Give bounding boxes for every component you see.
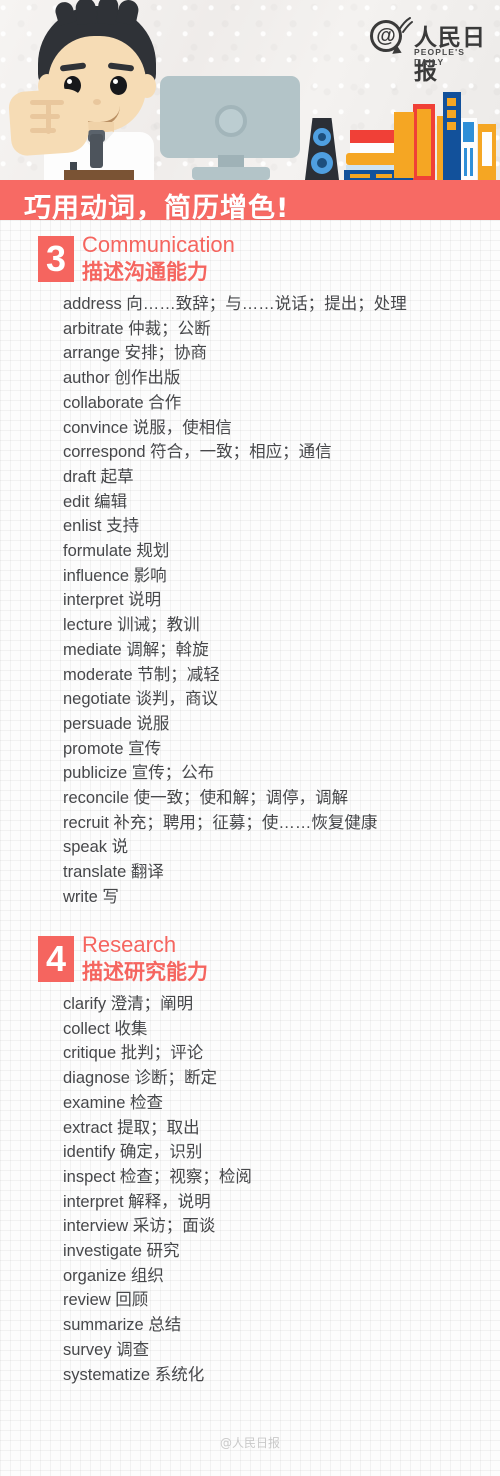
infographic-page: @ 人民日报 PEOPLE'S DAILY 巧用动词，简历增色! 3 Commu… — [0, 0, 500, 1476]
monitor-stand-base — [192, 167, 270, 180]
book-yellow-panel — [482, 132, 492, 166]
cartoon-man-illustration — [7, 0, 178, 180]
section-header: 3 Communication 描述沟通能力 — [0, 232, 500, 292]
list-item: collaborate 合作 — [63, 393, 182, 412]
book-cyan-line — [464, 148, 467, 176]
list-item: edit 编辑 — [63, 492, 128, 511]
section-title-cn: 描述沟通能力 — [82, 260, 208, 284]
list-item: speak 说 — [63, 838, 129, 857]
monitor-circle-icon — [215, 105, 247, 137]
fist-thumb-line — [46, 100, 51, 134]
list-item: enlist 支持 — [63, 517, 140, 536]
list-item: write 写 — [63, 887, 119, 906]
list-item: reconcile 使一致；使和解；调停，调解 — [63, 789, 349, 808]
list-item: recruit 补充；聘用；征募；使……恢复健康 — [63, 813, 378, 832]
section-title-en: Research — [82, 932, 177, 957]
book-navy-stripe — [376, 174, 392, 178]
title-banner: 巧用动词，简历增色! — [0, 180, 500, 224]
list-item: negotiate 谈判，商议 — [63, 690, 218, 709]
book-blue-dot — [447, 122, 456, 130]
list-item: mediate 调解；斡旋 — [63, 640, 209, 659]
list-item: formulate 规划 — [63, 542, 170, 561]
list-item: review 回顾 — [63, 1291, 149, 1310]
list-item: publicize 宣传；公布 — [63, 764, 215, 783]
list-item: extract 提取；取出 — [63, 1118, 200, 1137]
list-item: clarify 澄清；阐明 — [63, 995, 194, 1013]
verb-list-research: clarify 澄清；阐明 collect 收集 critique 批判；评论 dia… — [63, 992, 493, 1387]
banner-title-text: 巧用动词，简历增色! — [24, 193, 290, 224]
list-item: interview 采访；面谈 — [63, 1217, 216, 1236]
book-cyan-upright — [463, 122, 474, 142]
peoples-daily-logo: @ 人民日报 PEOPLE'S DAILY — [370, 17, 488, 85]
list-item: identify 确定，识别 — [63, 1143, 203, 1162]
belt — [64, 170, 134, 180]
speaker-cone-center-bottom — [317, 158, 327, 168]
list-item: correspond 符合，一致；相应；通信 — [63, 443, 332, 462]
list-item: diagnose 诊断；断定 — [63, 1069, 218, 1088]
eye-right — [110, 76, 127, 95]
section-title-cn: 描述研究能力 — [82, 960, 208, 984]
section-number-badge: 3 — [38, 236, 74, 282]
section-communication: 3 Communication 描述沟通能力 address 向……致辞；与……… — [0, 232, 500, 906]
list-item: survey 调查 — [63, 1340, 150, 1359]
list-item: lecture 训诫；教训 — [63, 616, 200, 635]
section-title-en: Communication — [82, 232, 235, 257]
book-orange-upright — [417, 109, 431, 176]
book-blue-dot — [447, 110, 456, 118]
list-item: summarize 总结 — [63, 1316, 182, 1335]
list-item: convince 说服，使相信 — [63, 418, 232, 437]
book-blue-dot — [447, 98, 456, 106]
hero-illustration: @ 人民日报 PEOPLE'S DAILY — [0, 0, 500, 180]
list-item: persuade 说服 — [63, 714, 170, 733]
list-item: critique 批判；评论 — [63, 1044, 204, 1063]
logo-english-text: PEOPLE'S DAILY — [414, 47, 465, 67]
footer-watermark: @人民日报 — [219, 1436, 280, 1450]
speaker-cone-center-top — [318, 133, 326, 141]
list-item: interpret 解释，说明 — [63, 1192, 211, 1211]
fist-knuckle-line — [30, 128, 56, 133]
section-header: 4 Research 描述研究能力 — [0, 932, 500, 992]
list-item: promote 宣传 — [63, 739, 162, 758]
list-item: moderate 节制；减轻 — [63, 665, 220, 684]
list-item: address 向……致辞；与……说话；提出；处理 — [63, 295, 407, 313]
list-item: translate 翻译 — [63, 863, 164, 882]
fist-knuckle-line — [30, 114, 60, 119]
verb-list-communication: address 向……致辞；与……说话；提出；处理 arbitrate 仲裁；公断… — [63, 292, 493, 910]
book-cyan-line — [470, 148, 473, 176]
list-item: interpret 说明 — [63, 591, 162, 610]
book-navy-stripe — [350, 174, 370, 178]
list-item: arbitrate 仲裁；公断 — [63, 319, 211, 338]
list-item: collect 收集 — [63, 1019, 148, 1038]
list-item: investigate 研究 — [63, 1242, 180, 1261]
hair-spike — [74, 0, 98, 25]
list-item: author 创作出版 — [63, 369, 181, 388]
list-item: organize 组织 — [63, 1266, 164, 1285]
list-item: systematize 系统化 — [63, 1365, 205, 1384]
nose — [93, 99, 101, 105]
list-item: inspect 检查；视察；检阅 — [63, 1167, 252, 1186]
logo-wave-icon — [398, 17, 413, 33]
section-research: 4 Research 描述研究能力 clarify 澄清；阐明 collect 收… — [0, 932, 500, 1384]
list-item: draft 起草 — [63, 467, 134, 486]
list-item: arrange 安排；协商 — [63, 344, 207, 363]
book-red-hatch — [394, 112, 414, 178]
list-item: examine 检查 — [63, 1093, 163, 1112]
section-number-badge: 4 — [38, 936, 74, 982]
list-item: influence 影响 — [63, 566, 167, 585]
